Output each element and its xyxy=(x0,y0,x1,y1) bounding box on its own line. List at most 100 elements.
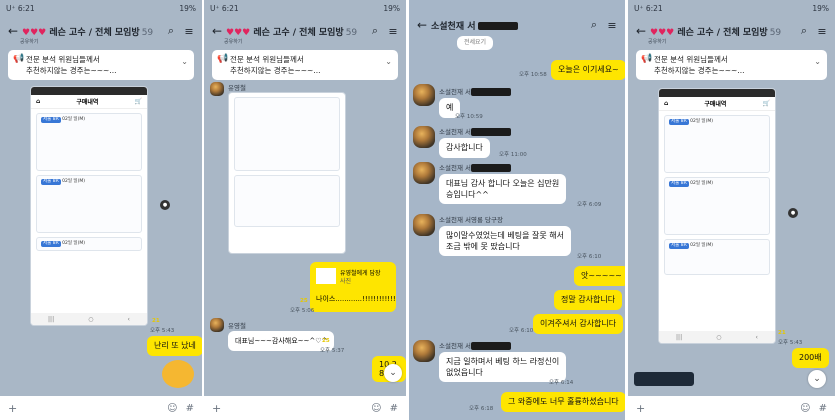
megaphone-icon: 📢 xyxy=(641,54,653,64)
emoji-icon[interactable]: ☺ xyxy=(800,403,810,414)
home-icon: ⌂ xyxy=(36,98,41,105)
chevron-down-icon[interactable]: ⌄ xyxy=(814,56,821,67)
message-time: 오후 5:43 xyxy=(778,340,803,346)
status-time: U⁺ 6:21 xyxy=(634,3,663,13)
embedded-status-bar xyxy=(659,89,775,97)
scroll-down-icon[interactable]: ⌄ xyxy=(384,364,402,382)
chat-screen-3: ← 소설천재 서 ⌕ ≡ 전세요기 오후 10:58 오늘은 이기세요~ 소설천… xyxy=(409,0,625,420)
ticket-lines xyxy=(41,145,137,167)
reply-sub: 사진 xyxy=(340,278,352,285)
cut-message: 전세요기 xyxy=(457,36,494,50)
back-arrow-icon[interactable]: ← xyxy=(208,24,226,38)
back-arrow-icon[interactable]: ← xyxy=(632,24,650,38)
subtitle: 공유하기 xyxy=(20,39,39,45)
search-icon[interactable]: ⌕ xyxy=(795,24,813,38)
shared-screenshot[interactable]: ⌂ 구매내역 🛒 서울 8R 02일 일(M) 서울 8R 02일 일(M) 서… xyxy=(658,88,776,344)
emoticon-sticker xyxy=(162,360,194,388)
hash-icon[interactable]: # xyxy=(819,403,827,414)
search-icon[interactable]: ⌕ xyxy=(162,24,180,38)
ticket-lines xyxy=(239,201,335,223)
reply-bubble[interactable]: 유영철에게 답장 사진 나이스............!!!!!!!!!!!! xyxy=(310,262,396,312)
chat-title: ♥♥♥ 레슨 고수 / 전체 모임방 59 xyxy=(22,27,154,38)
chat-screen-2: U⁺ 6:21 19% ← ♥♥♥ 레슨 고수 / 전체 모임방 59 ⌕ ≡ 공… xyxy=(204,0,406,420)
menu-icon[interactable]: ≡ xyxy=(603,19,621,32)
message-line: 조금 밖에 못 땄습니다 xyxy=(446,242,520,251)
next-shared-screenshot[interactable] xyxy=(634,372,694,386)
notice-banner[interactable]: 📢 전문 분석 위원님들께서 추천하지않는 경주는~~~... ⌄ xyxy=(8,50,194,80)
ticket-lines xyxy=(239,101,335,123)
input-bar: + ☺ # xyxy=(0,396,202,420)
plus-icon[interactable]: + xyxy=(212,402,221,415)
back-arrow-icon[interactable]: ← xyxy=(413,18,431,32)
scroll-down-icon[interactable]: ⌄ xyxy=(808,370,826,388)
read-count: 21 xyxy=(152,318,160,324)
my-message: 앗~~~~~ xyxy=(574,266,625,286)
message-time: 오후 10:58 xyxy=(519,72,547,78)
ticket-date: 02일 일(M) xyxy=(62,117,85,122)
plus-icon[interactable]: + xyxy=(8,402,17,415)
notice-line-2: 추천하지않는 경주는~~~... xyxy=(654,66,745,75)
ticket-lines xyxy=(41,207,137,229)
reply-thumbnail xyxy=(316,268,336,284)
member-count: 59 xyxy=(769,27,782,38)
notice-line-1: 전문 분석 위원님들께서 xyxy=(230,55,304,64)
menu-icon[interactable]: ≡ xyxy=(384,25,402,38)
emoji-icon[interactable]: ☺ xyxy=(371,403,381,414)
message-line: 승입니다^^ xyxy=(446,190,489,199)
notice-line-2: 추천하지않는 경주는~~~... xyxy=(230,66,321,75)
shared-screenshot[interactable]: ⌂ 구매내역 🛒 서울 8R 02일 일(M) 서울 8R 02일 일(M) 서… xyxy=(30,86,148,326)
embedded-status-bar xyxy=(31,87,147,95)
sender-text: 소설천재 서 xyxy=(439,342,471,350)
chevron-down-icon[interactable]: ⌄ xyxy=(385,56,392,67)
avatar[interactable] xyxy=(210,82,224,96)
status-bar: U⁺ 6:21 19% xyxy=(628,0,835,16)
search-icon[interactable]: ⌕ xyxy=(366,24,384,38)
chevron-down-icon[interactable]: ⌄ xyxy=(181,56,188,67)
read-count: 21 xyxy=(778,330,786,336)
member-count: 59 xyxy=(345,27,358,38)
status-battery: 19% xyxy=(179,3,196,13)
status-time: U⁺ 6:21 xyxy=(6,3,35,13)
ticket-lines xyxy=(669,209,765,231)
menu-icon[interactable]: ≡ xyxy=(813,25,831,38)
plus-icon[interactable]: + xyxy=(636,402,645,415)
chat-title: 소설천재 서 xyxy=(431,19,585,32)
chat-screen-4: U⁺ 6:21 19% ← ♥♥♥ 레슨 고수 / 전체 모임방 59 ⌕ ≡ 공… xyxy=(628,0,835,420)
back-arrow-icon[interactable]: ← xyxy=(4,24,22,38)
message-line: 지금 일하며서 베팅 하느 라정신이 xyxy=(446,357,560,366)
notice-banner[interactable]: 📢 전문 분석 위원님들께서 추천하지않는 경주는~~~... ⌄ xyxy=(636,50,827,80)
hash-icon[interactable]: # xyxy=(390,403,398,414)
other-message: 지금 일하며서 베팅 하느 라정신이 없었읍니다 xyxy=(439,352,567,382)
share-icon[interactable]: ● xyxy=(788,208,798,218)
ticket-card: 서울 8R 02일 일(M) xyxy=(36,237,142,251)
avatar[interactable] xyxy=(413,84,435,106)
avatar[interactable] xyxy=(413,162,435,184)
menu-icon[interactable]: ≡ xyxy=(180,25,198,38)
message-line: 많이말수였었는데 베팅을 잘못 해서 xyxy=(446,231,565,240)
message-time: 오후 10:59 xyxy=(455,114,483,120)
sender-name: 소설천재 서 xyxy=(439,126,511,136)
ticket-tag: 서울 8R xyxy=(41,179,61,185)
ticket-card: 서울 8R 02일 일(M) xyxy=(664,239,770,275)
redaction xyxy=(470,88,511,96)
status-bar: U⁺ 6:21 19% xyxy=(0,0,202,16)
avatar[interactable] xyxy=(413,126,435,148)
embedded-header: ⌂ 구매내역 🛒 xyxy=(31,95,147,109)
cart-icon: 🛒 xyxy=(762,100,770,107)
sender-name: 소설천재 서 xyxy=(439,162,511,172)
search-icon[interactable]: ⌕ xyxy=(585,18,603,32)
shared-screenshot[interactable] xyxy=(228,92,346,254)
member-count: 59 xyxy=(141,27,154,38)
avatar[interactable] xyxy=(413,340,435,362)
my-message: 난리 또 났네 xyxy=(147,336,202,356)
avatar[interactable] xyxy=(413,214,435,236)
subtitle: 공유하기 xyxy=(224,39,243,45)
share-icon[interactable]: ● xyxy=(160,200,170,210)
message-time: 오후 5:37 xyxy=(320,348,345,354)
notice-banner[interactable]: 📢 전문 분석 위원님들께서 추천하지않는 경주는~~~... ⌄ xyxy=(212,50,398,80)
avatar[interactable] xyxy=(210,318,224,332)
other-message: 많이말수였었는데 베팅을 잘못 해서 조금 밖에 못 땄습니다 xyxy=(439,226,572,256)
status-battery: 19% xyxy=(383,3,400,13)
emoji-icon[interactable]: ☺ xyxy=(167,403,177,414)
hash-icon[interactable]: # xyxy=(186,403,194,414)
